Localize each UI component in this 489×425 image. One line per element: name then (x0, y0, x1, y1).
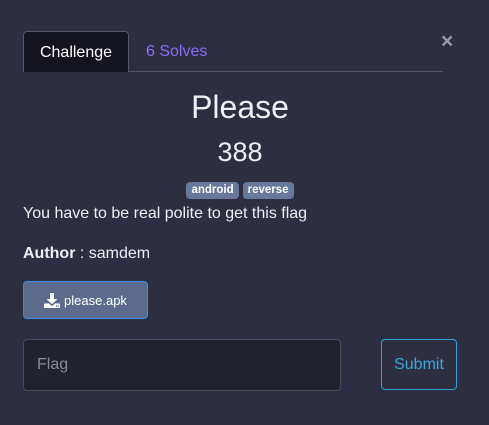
challenge-author: Author : samdem (23, 245, 150, 263)
submit-button[interactable]: Submit (381, 339, 457, 390)
tag-reverse: reverse (242, 182, 294, 199)
challenge-points: 388 (217, 137, 263, 167)
flag-input[interactable] (23, 339, 341, 391)
tag-android: android (186, 182, 239, 199)
author-separator: : (75, 245, 89, 262)
challenge-description: You have to be real polite to get this f… (23, 205, 308, 222)
tab-challenge[interactable]: Challenge (23, 31, 129, 72)
challenge-tags: android reverse (0, 182, 480, 199)
tab-solves[interactable]: 6 Solves (146, 31, 207, 72)
download-file-button[interactable]: please.apk (23, 281, 148, 319)
download-file-label: please.apk (64, 292, 127, 308)
author-label: Author (23, 245, 76, 262)
challenge-tabs: Challenge 6 Solves (23, 31, 443, 72)
download-icon (44, 292, 61, 308)
challenge-title: Please (191, 89, 289, 125)
author-name: samdem (88, 245, 151, 262)
